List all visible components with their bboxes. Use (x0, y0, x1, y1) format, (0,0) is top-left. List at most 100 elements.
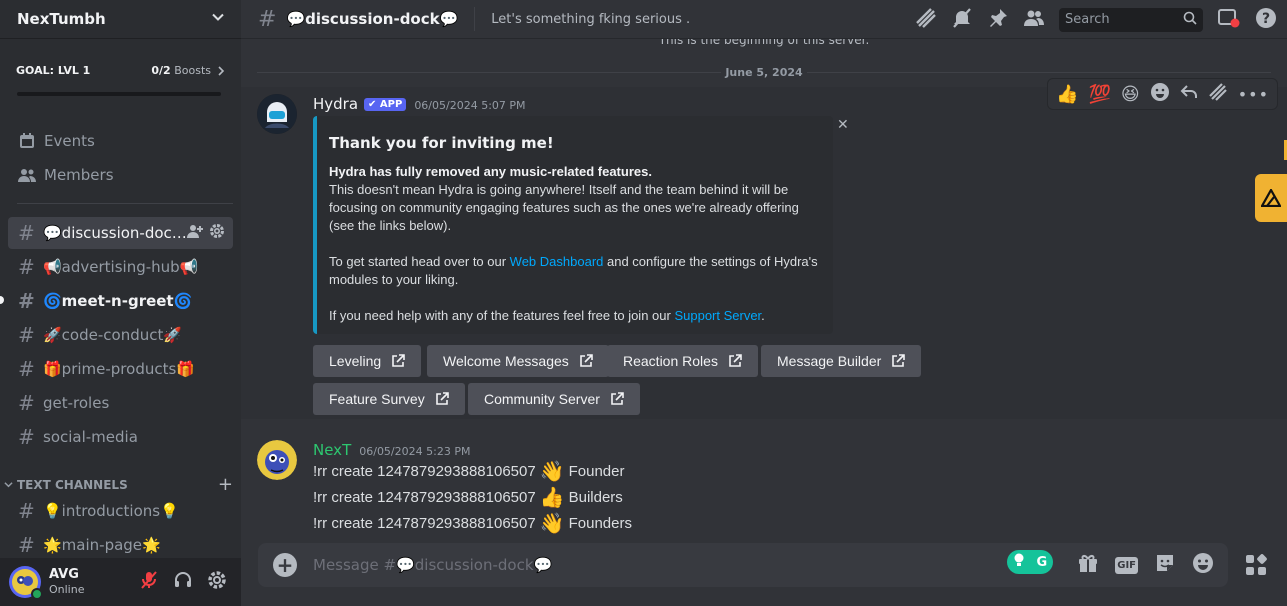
channel-code-conduct[interactable]: # 🚀code-conduct🚀 (8, 320, 233, 350)
external-link-icon (579, 354, 593, 367)
external-link-icon (729, 354, 742, 367)
timestamp[interactable]: 06/05/2024 5:23 PM (359, 445, 470, 458)
channel-label: 🎁prime-products🎁 (43, 360, 195, 378)
external-link-icon (435, 392, 449, 405)
emoji-icon[interactable] (1192, 552, 1214, 578)
channel-label: 💡introductions💡 (43, 502, 179, 520)
server-beginning-text: This is the beginning of this server. (658, 39, 870, 47)
close-icon[interactable]: ✕ (837, 117, 1287, 133)
channel-meet-n-greet[interactable]: # 🌀meet-n-greet🌀 (8, 286, 233, 316)
channel-label: get-roles (43, 394, 110, 412)
gear-icon[interactable] (209, 223, 225, 243)
channel-sidebar: NexTumbh GOAL: LVL 1 0/2 Boosts Events M… (0, 0, 241, 606)
events-nav[interactable]: Events (8, 125, 233, 157)
headphones-icon[interactable] (173, 570, 193, 594)
channel-social-media[interactable]: # social-media (8, 422, 233, 452)
add-reaction-icon[interactable] (1150, 82, 1170, 106)
timestamp[interactable]: 06/05/2024 5:07 PM (414, 99, 525, 112)
sidebar-divider (17, 203, 233, 204)
support-server-link[interactable]: Support Server (674, 308, 761, 323)
channel-label: 🌟main-page🌟 (43, 536, 161, 554)
grammarly-icon[interactable]: G (1007, 550, 1053, 574)
command-text: !rr create 1247879293888106507 (313, 463, 536, 480)
community-server-button[interactable]: Community Server (468, 383, 640, 415)
author-name[interactable]: NexT (313, 441, 351, 459)
hash-icon: # (18, 323, 35, 347)
hash-icon: # (18, 289, 35, 313)
chevron-down-icon (4, 482, 13, 488)
sticker-icon[interactable] (1154, 552, 1176, 578)
more-options-icon[interactable]: ••• (1238, 85, 1269, 104)
create-thread-icon[interactable] (1208, 82, 1228, 106)
category-text-channels[interactable]: TEXT CHANNELS + (4, 474, 233, 495)
hash-icon: # (18, 255, 35, 279)
pin-icon[interactable] (987, 7, 1009, 33)
author-name[interactable]: Hydra (313, 95, 358, 113)
hash-icon: # (18, 533, 35, 557)
channel-introductions[interactable]: # 💡introductions💡 (8, 496, 233, 526)
message-builder-button[interactable]: Message Builder (761, 345, 922, 377)
embed-text: To get started head over to our (329, 254, 510, 269)
goal-label: GOAL: LVL 1 (16, 64, 91, 77)
waving-hand-emoji[interactable]: 👋 (540, 511, 565, 536)
message-actions-toolbar: 👍 💯 😆 ••• (1047, 78, 1278, 110)
boost-progress-bar (17, 92, 221, 96)
add-channel-icon[interactable]: + (218, 474, 233, 495)
help-icon[interactable]: ? (1255, 7, 1277, 33)
feature-survey-button[interactable]: Feature Survey (313, 383, 465, 415)
grammarly-label: G (1036, 554, 1048, 570)
boost-count: 0/2 Boosts (151, 64, 225, 77)
threads-icon[interactable] (915, 7, 937, 33)
reaction-thumbs-up[interactable]: 👍 (1056, 84, 1078, 105)
avatar[interactable] (257, 440, 297, 480)
notifications-muted-icon[interactable] (951, 7, 973, 33)
thumbs-up-emoji[interactable]: 👍 (540, 485, 565, 510)
header-divider (474, 7, 476, 31)
waving-hand-emoji[interactable]: 👋 (540, 459, 565, 484)
mic-muted-icon[interactable] (139, 570, 159, 594)
leveling-button[interactable]: Leveling (313, 345, 422, 377)
reaction-laughing[interactable]: 😆 (1121, 84, 1140, 105)
server-header[interactable]: NexTumbh (0, 0, 241, 39)
channel-advertising-hub[interactable]: # 📢advertising-hub📢 (8, 252, 233, 282)
embed-paragraph: To get started head over to our Web Dash… (329, 253, 819, 289)
channel-get-roles[interactable]: # get-roles (8, 388, 233, 418)
gif-icon[interactable]: GIF (1115, 556, 1138, 574)
members-nav[interactable]: Members (8, 159, 233, 191)
channel-topic[interactable]: Let's something fking serious . (491, 12, 690, 27)
button-label: Leveling (329, 353, 382, 369)
role-text: Founder (568, 463, 625, 480)
search-input[interactable]: Search (1059, 7, 1203, 32)
member-list-icon[interactable] (1023, 7, 1045, 33)
reaction-roles-button[interactable]: Reaction Roles (607, 345, 758, 377)
apps-icon[interactable] (1238, 548, 1274, 582)
members-label: Members (44, 166, 114, 184)
upload-plus-icon[interactable]: + (273, 553, 297, 577)
channel-header: # 💬discussion-dock💬 Let's something fkin… (241, 0, 1287, 39)
date-divider-label: June 5, 2024 (725, 65, 803, 79)
channel-label: social-media (43, 428, 138, 446)
message-composer[interactable]: + Message #💬discussion-dock💬 GIF (258, 543, 1228, 587)
channel-discussion-dock[interactable]: # 💬discussion-doc… (8, 217, 233, 249)
gift-icon[interactable] (1077, 552, 1099, 578)
message-input-placeholder[interactable]: Message #💬discussion-dock💬 (313, 556, 552, 574)
user-settings-gear-icon[interactable] (207, 570, 227, 594)
chevron-right-icon (218, 65, 225, 76)
welcome-messages-button[interactable]: Welcome Messages (427, 345, 609, 377)
invite-icon[interactable] (187, 223, 203, 243)
reaction-hundred[interactable]: 💯 (1089, 84, 1111, 105)
inbox-icon[interactable] (1217, 7, 1241, 33)
hash-icon: # (18, 221, 35, 245)
avatar[interactable] (9, 566, 43, 600)
reply-icon[interactable] (1180, 83, 1198, 105)
hash-icon: # (18, 499, 35, 523)
unread-indicator (0, 296, 4, 304)
category-label: TEXT CHANNELS (17, 477, 128, 492)
web-dashboard-link[interactable]: Web Dashboard (510, 254, 604, 269)
message-line: !rr create 1247879293888106507 👋 Founder… (313, 511, 632, 536)
role-text: Founders (568, 515, 632, 532)
extension-side-tab-icon[interactable] (1255, 174, 1287, 222)
channel-main-page[interactable]: # 🌟main-page🌟 (8, 530, 233, 560)
avatar[interactable] (257, 94, 297, 134)
channel-prime-products[interactable]: # 🎁prime-products🎁 (8, 354, 233, 384)
